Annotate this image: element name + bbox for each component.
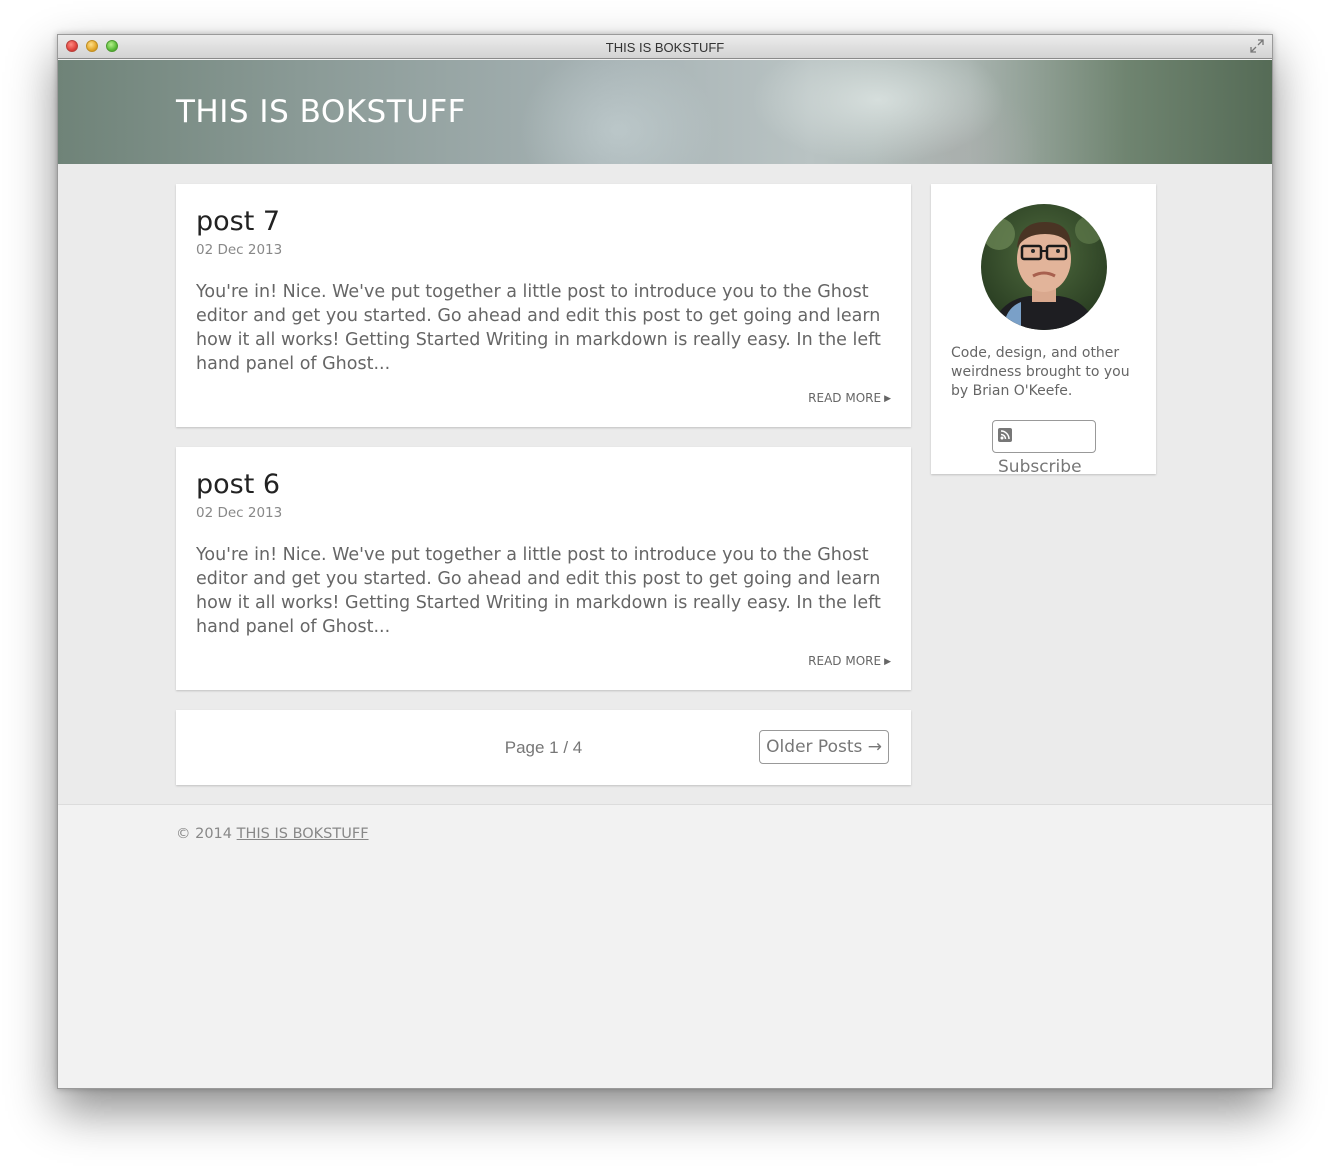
window-title: THIS IS BOKSTUFF [605,40,725,55]
caret-right-icon: ▶ [884,394,891,404]
title-bar: THIS IS BOKSTUFF [58,35,1272,59]
subscribe-button[interactable]: Subscribe [992,420,1096,477]
post-title[interactable]: post 6 [196,469,280,500]
caret-right-icon: ▶ [884,657,891,667]
pagination: Page 1 / 4 Older Posts → [176,710,911,785]
post-excerpt: You're in! Nice. We've put together a li… [196,282,881,374]
author-sidebar: Code, design, and other weirdness brough… [931,184,1156,477]
read-more-label: READ MORE [808,654,882,668]
author-bio: Code, design, and other weirdness brough… [951,345,1130,399]
read-more-link[interactable]: READ MORE ▶ [808,391,891,405]
footer: © 2014 THIS IS BOKSTUFF [176,826,369,842]
copyright-text: © 2014 [176,826,233,842]
site-header: THIS IS BOKSTUFF [58,60,1272,164]
post-title[interactable]: post 7 [196,206,280,237]
post-card: post 6 02 Dec 2013 You're in! Nice. We'v… [176,447,911,690]
post-excerpt: You're in! Nice. We've put together a li… [196,545,881,637]
footer-site-link[interactable]: THIS IS BOKSTUFF [237,826,369,842]
avatar [981,204,1107,330]
read-more-label: READ MORE [808,391,882,405]
subscribe-label: Subscribe [998,457,1082,477]
read-more-link[interactable]: READ MORE ▶ [808,654,891,668]
rss-icon [998,428,1012,442]
post-date: 02 Dec 2013 [196,242,283,258]
site-title[interactable]: THIS IS BOKSTUFF [176,94,466,130]
author-photo [981,204,1107,330]
post-date: 02 Dec 2013 [196,505,283,521]
fullscreen-icon[interactable] [1250,39,1264,53]
browser-window: THIS IS BOKSTUFF THIS IS BOKSTUFF post 7… [57,34,1273,1089]
post-card: post 7 02 Dec 2013 You're in! Nice. We'v… [176,184,911,427]
older-posts-button[interactable]: Older Posts → [759,730,889,764]
